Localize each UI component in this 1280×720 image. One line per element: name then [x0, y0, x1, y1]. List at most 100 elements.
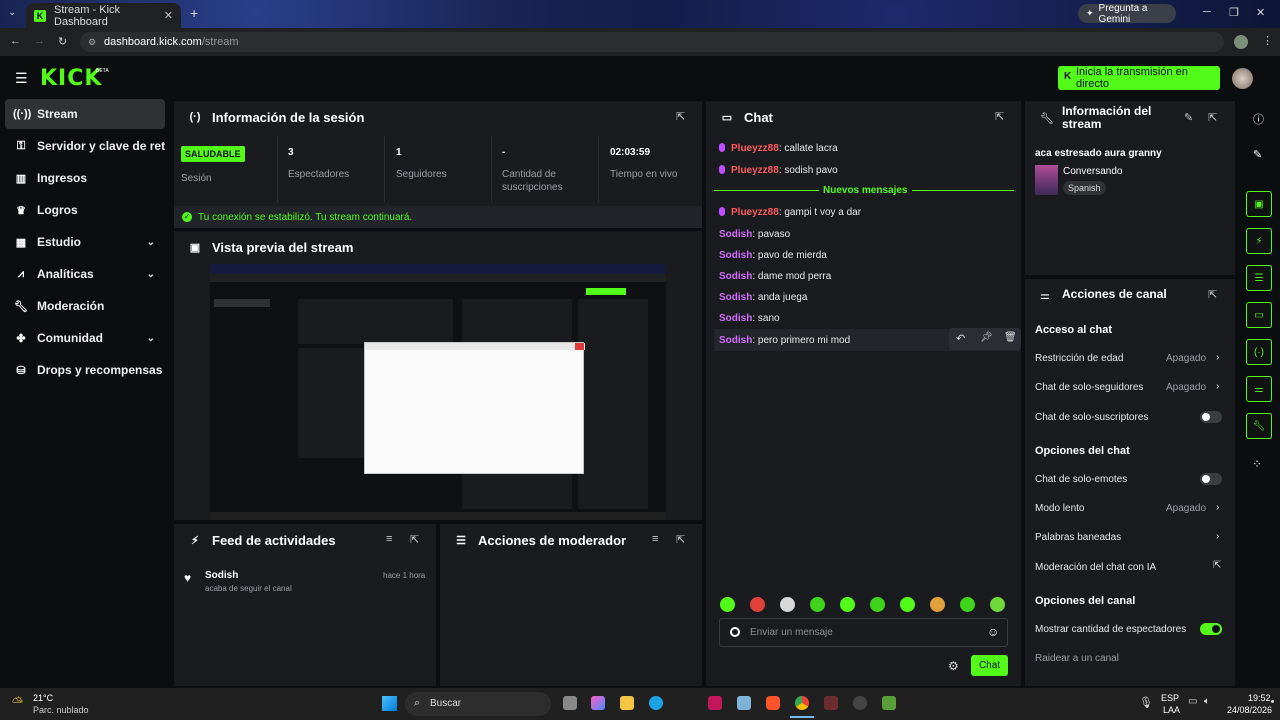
emotes-only-toggle[interactable] — [1200, 473, 1222, 485]
sidebar-item-server-key[interactable]: ⚿ Servidor y clave de retransmisión — [5, 131, 165, 161]
popout-icon[interactable]: ⇱ — [995, 110, 1004, 123]
chat-username[interactable]: Sodish — [719, 229, 752, 240]
chat-message[interactable]: Plueyzz88: callate lacra — [719, 143, 838, 154]
minimize-icon[interactable]: ─ — [1203, 6, 1211, 18]
layout-icon[interactable]: ⁘ — [1252, 457, 1262, 471]
emote-icon[interactable] — [810, 597, 825, 612]
raid-label[interactable]: Raidear a un canal — [1035, 653, 1119, 664]
maximize-icon[interactable]: ❐ — [1229, 6, 1239, 19]
undo-icon[interactable]: ↶ — [956, 332, 965, 345]
info-icon[interactable]: ⓘ — [1253, 111, 1264, 127]
chevron-right-icon[interactable]: › — [1216, 531, 1219, 542]
back-icon[interactable]: ← — [10, 35, 21, 47]
hamburger-menu-icon[interactable]: ☰ — [15, 70, 28, 87]
app-icon[interactable] — [708, 696, 722, 710]
gemini-button[interactable]: ✦ Pregunta a Gemini — [1078, 3, 1176, 25]
obs-icon[interactable] — [853, 696, 867, 710]
rail-chat-button[interactable]: ▭ — [1246, 302, 1272, 328]
emote-icon[interactable] — [870, 597, 885, 612]
popout-icon[interactable]: ⇱ — [1208, 111, 1217, 124]
reload-icon[interactable]: ↻ — [58, 35, 67, 48]
chat-username[interactable]: Sodish — [719, 250, 752, 261]
chat-message[interactable]: Sodish: pavaso — [719, 229, 790, 240]
weather-temp[interactable]: 21°C — [33, 693, 53, 703]
app-icon[interactable] — [824, 696, 838, 710]
age-restriction-label[interactable]: Restricción de edad — [1035, 353, 1123, 364]
filter-icon[interactable]: ≡ — [386, 533, 392, 545]
subs-only-toggle[interactable] — [1200, 411, 1222, 423]
chat-username[interactable]: Sodish — [719, 335, 752, 346]
tab-close-icon[interactable]: ✕ — [164, 9, 173, 22]
pin-icon[interactable]: 📌︎ — [980, 332, 993, 343]
close-window-icon[interactable]: ✕ — [1256, 6, 1265, 19]
sidebar-item-income[interactable]: ▥ Ingresos — [5, 163, 165, 193]
user-avatar[interactable] — [1232, 68, 1253, 89]
sidebar-item-studio[interactable]: ▦ Estudio ⌄ — [5, 227, 165, 257]
chat-username[interactable]: Sodish — [719, 271, 752, 282]
chat-message[interactable]: Sodish: pavo de mierda — [719, 250, 827, 261]
edit-pencil-icon[interactable]: ✎ — [1184, 111, 1193, 124]
clock-time[interactable]: 19:52 — [1248, 693, 1271, 703]
chat-username[interactable]: Sodish — [719, 292, 752, 303]
chrome-icon[interactable] — [795, 696, 809, 710]
chat-message[interactable]: Plueyzz88: gampi t voy a dar — [719, 207, 861, 218]
chat-username[interactable]: Sodish — [719, 313, 752, 324]
emote-icon[interactable] — [930, 597, 945, 612]
popout-icon[interactable]: ⇱ — [676, 110, 685, 123]
followers-only-label[interactable]: Chat de solo-seguidores — [1035, 382, 1143, 393]
microphone-icon[interactable]: 🎙︎ — [1139, 696, 1153, 709]
chat-settings-gear-icon[interactable]: ⚙ — [948, 659, 959, 673]
site-info-icon[interactable]: ⚙ — [88, 32, 96, 52]
chat-message[interactable]: Sodish: sano — [719, 313, 780, 324]
rail-sliders-button[interactable]: ⚌ — [1246, 376, 1272, 402]
stream-preview-video[interactable] — [210, 264, 666, 520]
profile-avatar[interactable] — [1234, 35, 1248, 49]
chevron-right-icon[interactable]: › — [1216, 502, 1219, 513]
chat-username[interactable]: Plueyzz88 — [731, 207, 779, 218]
clock-date[interactable]: 24/08/2026 — [1227, 705, 1272, 715]
brave-icon[interactable] — [766, 696, 780, 710]
app-icon[interactable] — [737, 696, 751, 710]
trash-icon[interactable]: 🗑︎ — [1004, 332, 1017, 343]
emote-icon[interactable] — [840, 597, 855, 612]
sidebar-item-achievements[interactable]: ♛ Logros — [5, 195, 165, 225]
task-view-icon[interactable] — [563, 696, 577, 710]
chevron-right-icon[interactable]: › — [1216, 352, 1219, 363]
rail-broadcast-button[interactable]: (·) — [1246, 339, 1272, 365]
windows-start-icon[interactable] — [382, 696, 397, 711]
lang-1[interactable]: ESP — [1161, 693, 1179, 703]
rail-video-button[interactable]: ▣ — [1246, 191, 1272, 217]
popout-icon[interactable]: ⇱ — [1208, 288, 1217, 301]
emote-icon[interactable] — [900, 597, 915, 612]
chat-username[interactable]: Plueyzz88 — [731, 143, 779, 154]
send-chat-button[interactable]: Chat — [971, 655, 1008, 676]
forward-icon[interactable]: → — [34, 35, 45, 47]
chat-message[interactable]: Sodish: pero primero mi mod — [719, 335, 850, 346]
rail-wrench-button[interactable]: 🔧︎ — [1246, 413, 1272, 439]
slow-mode-label[interactable]: Modo lento — [1035, 503, 1084, 514]
show-viewers-toggle[interactable] — [1200, 623, 1222, 635]
rail-list-button[interactable]: ☰ — [1246, 265, 1272, 291]
emote-icon[interactable] — [750, 597, 765, 612]
minecraft-icon[interactable] — [882, 696, 896, 710]
ai-moderation-label[interactable]: Moderación del chat con IA — [1035, 562, 1156, 573]
followers-only-value[interactable]: Apagado — [1166, 382, 1206, 393]
rail-bolt-button[interactable]: ⚡︎ — [1246, 228, 1272, 254]
chat-identity-icon[interactable] — [730, 627, 740, 637]
age-restriction-value[interactable]: Apagado — [1166, 353, 1206, 364]
file-explorer-icon[interactable] — [620, 696, 634, 710]
tab-list-chevron-icon[interactable]: ⌄ — [8, 7, 16, 18]
emoji-icon[interactable]: ☺ — [987, 625, 999, 639]
edge-icon[interactable] — [649, 696, 663, 710]
banned-words-label[interactable]: Palabras baneadas — [1035, 532, 1121, 543]
sidebar-item-drops[interactable]: ⛁ Drops y recompensas — [5, 355, 165, 385]
emote-icon[interactable] — [720, 597, 735, 612]
edit-pencil-icon[interactable]: ✎ — [1253, 148, 1262, 161]
browser-menu-icon[interactable]: ⋮ — [1262, 34, 1273, 47]
emote-icon[interactable] — [990, 597, 1005, 612]
sidebar-item-stream[interactable]: ((·)) Stream — [5, 99, 165, 129]
copilot-icon[interactable] — [591, 696, 605, 710]
filter-icon[interactable]: ≡ — [652, 533, 658, 545]
kick-logo[interactable]: KICK — [40, 66, 102, 91]
popout-icon[interactable]: ⇱ — [410, 533, 419, 546]
